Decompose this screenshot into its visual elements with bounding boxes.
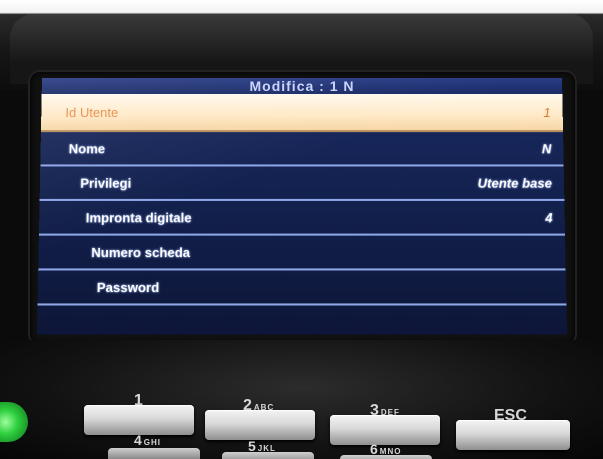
row-label: Privilegi: [80, 175, 131, 190]
lcd-screen: Modifica : 1 N Id Utente 1 Nome N Privil…: [37, 78, 567, 334]
row-value: Utente base: [478, 175, 553, 190]
key-2-button[interactable]: [205, 410, 315, 440]
row-nome[interactable]: Nome N: [40, 132, 563, 166]
row-privilegi[interactable]: Privilegi Utente base: [40, 166, 565, 200]
row-password[interactable]: Password: [38, 270, 567, 305]
row-impronta-digitale[interactable]: Impronta digitale 4: [39, 201, 565, 236]
row-value: 4: [545, 210, 553, 225]
row-label: Id Utente: [65, 105, 118, 120]
row-label: Password: [97, 279, 160, 294]
key-4-label: 4 GHI: [134, 432, 161, 448]
row-numero-scheda[interactable]: Numero scheda: [38, 236, 565, 271]
row-label: Impronta digitale: [86, 210, 192, 225]
key-1-button[interactable]: [84, 405, 194, 435]
key-6-button[interactable]: [340, 455, 432, 459]
row-id-utente[interactable]: Id Utente 1: [41, 94, 563, 132]
screen-title: Modifica : 1 N: [42, 78, 563, 94]
row-value: N: [542, 141, 552, 156]
key-5-button[interactable]: [222, 452, 314, 459]
row-label: Numero scheda: [91, 244, 190, 259]
key-4-button[interactable]: [108, 448, 200, 459]
row-label: Nome: [69, 141, 106, 156]
key-esc-button[interactable]: [456, 420, 570, 450]
row-value: 1: [543, 105, 551, 120]
